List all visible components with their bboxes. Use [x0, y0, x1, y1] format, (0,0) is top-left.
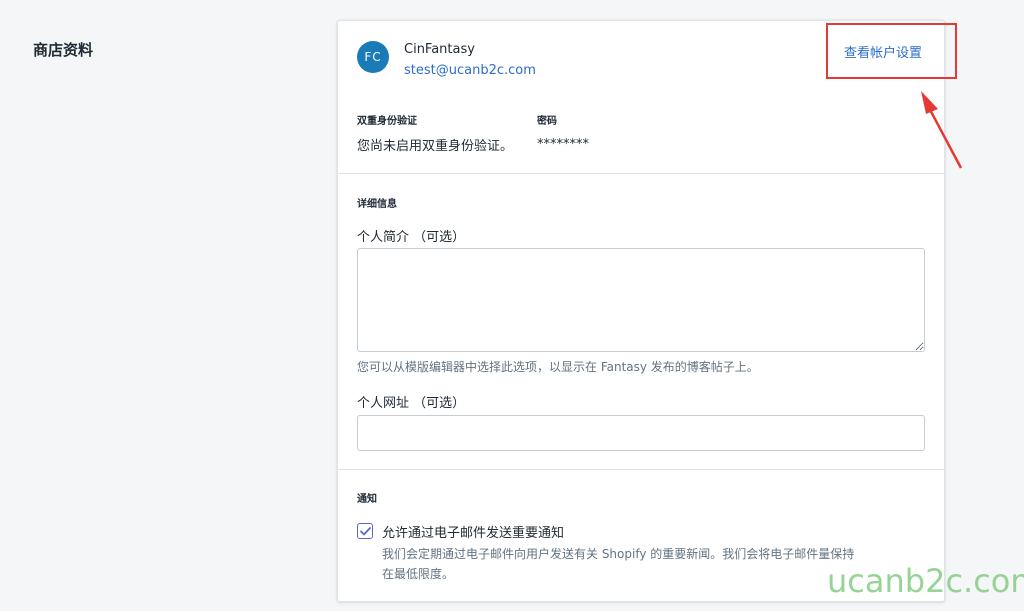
watermark: ucanb2c.com [827, 562, 1024, 600]
annotation-arrow [921, 91, 963, 169]
